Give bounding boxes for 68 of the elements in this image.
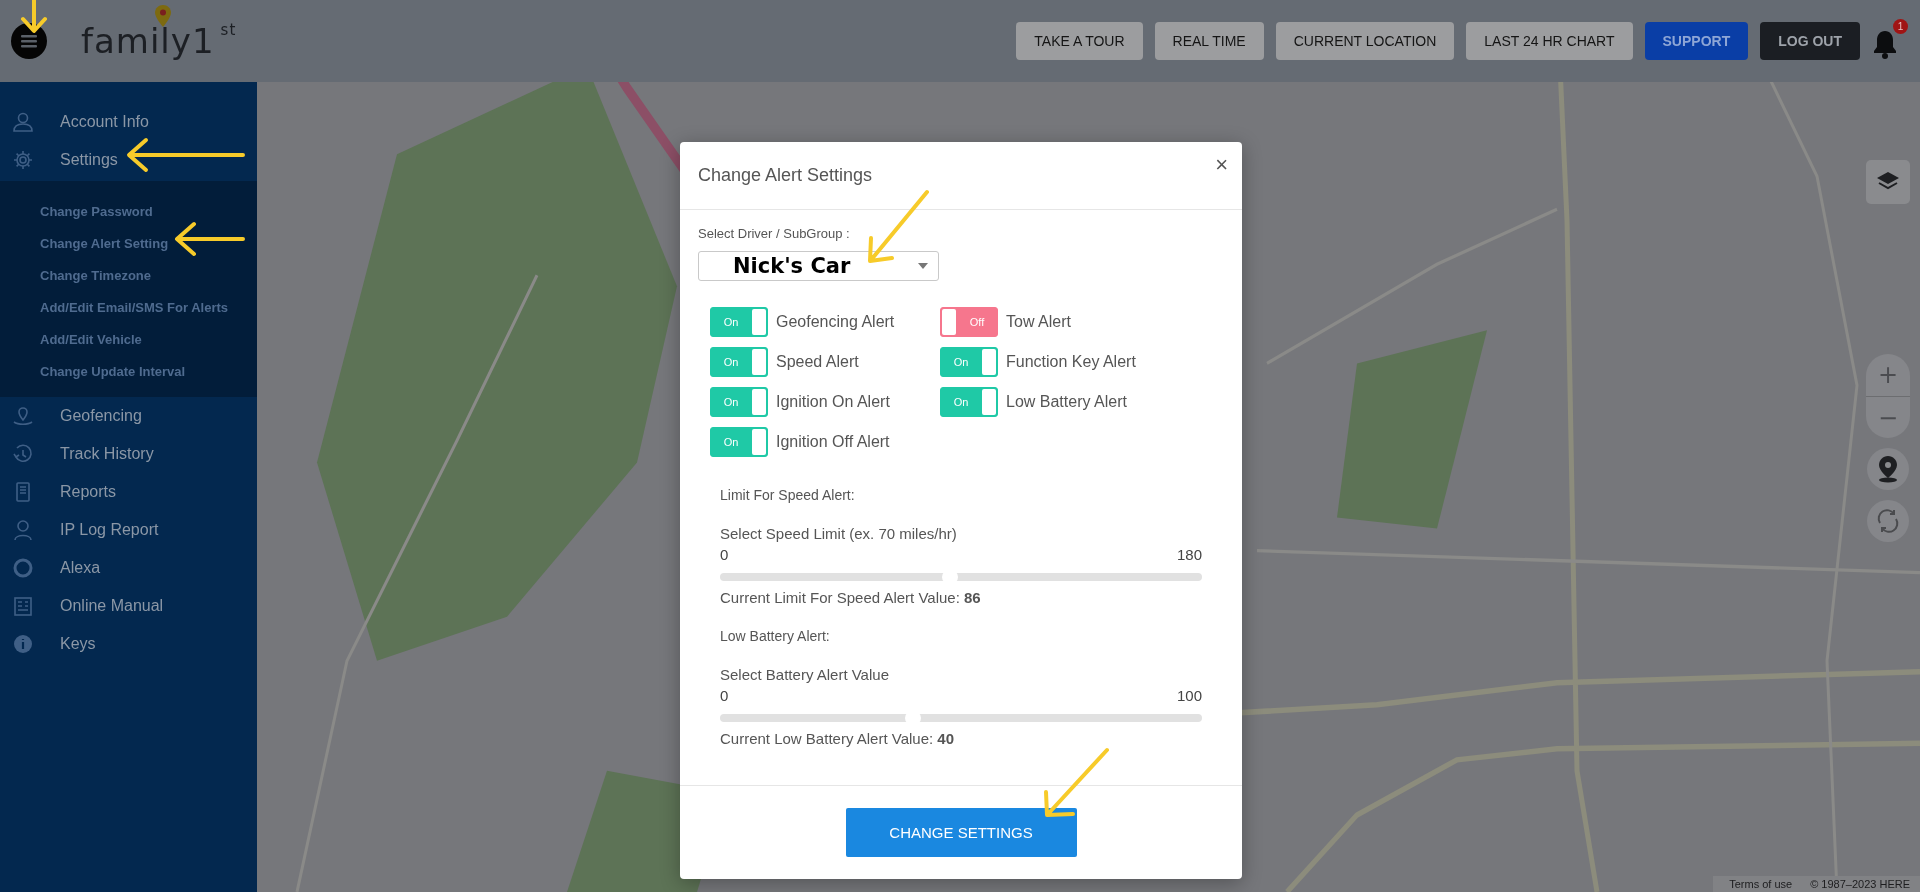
person-icon [12,519,34,541]
close-button[interactable]: × [1211,150,1232,180]
annotation-arrow [1041,746,1111,818]
sidebar-item[interactable]: Reports [0,473,257,511]
submenu-item[interactable]: Add/Edit Email/SMS For Alerts [0,291,257,323]
layers-button[interactable] [1866,160,1910,204]
current-value-text: Current Limit For Speed Alert Value: 86 [720,589,982,606]
min-value: 0 [720,546,729,563]
dialog-title: Change Alert Settings [698,165,873,186]
annotation-arrow [20,0,48,34]
header-button[interactable]: LOG OUT [1760,22,1860,60]
bell-icon[interactable] [1872,29,1898,59]
sidebar-item[interactable]: Account Info [0,103,257,141]
sidebar-item[interactable]: IP Log Report [0,511,257,549]
info-icon [12,633,34,655]
header-button[interactable]: REAL TIME [1154,22,1264,60]
min-value: 0 [720,687,729,704]
header-button[interactable]: LAST 24 HR CHART [1466,22,1633,60]
slider-label: Select Battery Alert Value [720,666,890,683]
geo-icon [12,405,34,427]
pin-icon [155,5,171,27]
header-button[interactable]: TAKE A TOUR [1016,22,1143,60]
section-heading: Limit For Speed Alert: [720,487,856,503]
settings-icon [12,149,34,171]
alert-label: Tow Alert [1006,313,1071,331]
alert-label: Geofencing Alert [776,313,895,331]
menu-icon [19,34,39,48]
header-button[interactable]: SUPPORT [1644,22,1749,60]
header-button[interactable]: CURRENT LOCATION [1275,22,1455,60]
current-value-text: Current Low Battery Alert Value: 40 [720,730,955,747]
sidebar-item[interactable]: Settings [0,141,257,179]
slider-label: Select Speed Limit (ex. 70 miles/hr) [720,525,958,542]
alert-label: Low Battery Alert [1006,393,1127,411]
max-value: 180 [1176,546,1202,563]
terms-link[interactable]: Terms of use [1729,878,1793,890]
refresh-icon [1875,508,1901,534]
sidebar-item[interactable]: Online Manual [0,587,257,625]
ring-icon [12,557,34,579]
submenu-item[interactable]: Change Update Interval [0,355,257,387]
clock-icon [12,443,34,465]
book-icon [12,595,34,617]
sidebar-item[interactable]: Keys [0,625,257,663]
section-heading: Low Battery Alert: [720,628,831,644]
sidebar-item[interactable]: Track History [0,435,257,473]
alert-label: Ignition On Alert [776,393,890,411]
sidebar-item[interactable]: Alexa [0,549,257,587]
submenu-item[interactable]: Change Alert Setting [0,227,257,259]
alert-label: Function Key Alert [1006,353,1136,371]
menu-button[interactable] [11,23,47,59]
map-pin-icon [1877,455,1899,483]
max-value: 100 [1176,687,1202,704]
caret-icon [918,263,928,269]
driver-dropdown[interactable]: Nick's Car [698,251,939,281]
sidebar-item[interactable]: Geofencing [0,397,257,435]
notification-badge: 1 [1893,19,1908,34]
submenu-item[interactable]: Change Password [0,195,257,227]
zoom-out-button[interactable]: − [1866,396,1910,438]
field-label: Select Driver / SubGroup : [698,226,851,241]
logo: family1$^{st}$ [81,21,237,61]
submenu-item[interactable]: Change Timezone [0,259,257,291]
copyright-text: © 1987–2023 HERE [1810,878,1910,890]
user-icon [12,111,34,133]
alert-label: Ignition Off Alert [776,433,890,451]
submenu-item[interactable]: Add/Edit Vehicle [0,323,257,355]
zoom-in-button[interactable]: + [1866,354,1910,396]
toggle-switch[interactable]: Off [940,307,998,337]
alert-label: Speed Alert [776,353,859,371]
change-settings-button[interactable]: CHANGE SETTINGS [845,808,1077,857]
